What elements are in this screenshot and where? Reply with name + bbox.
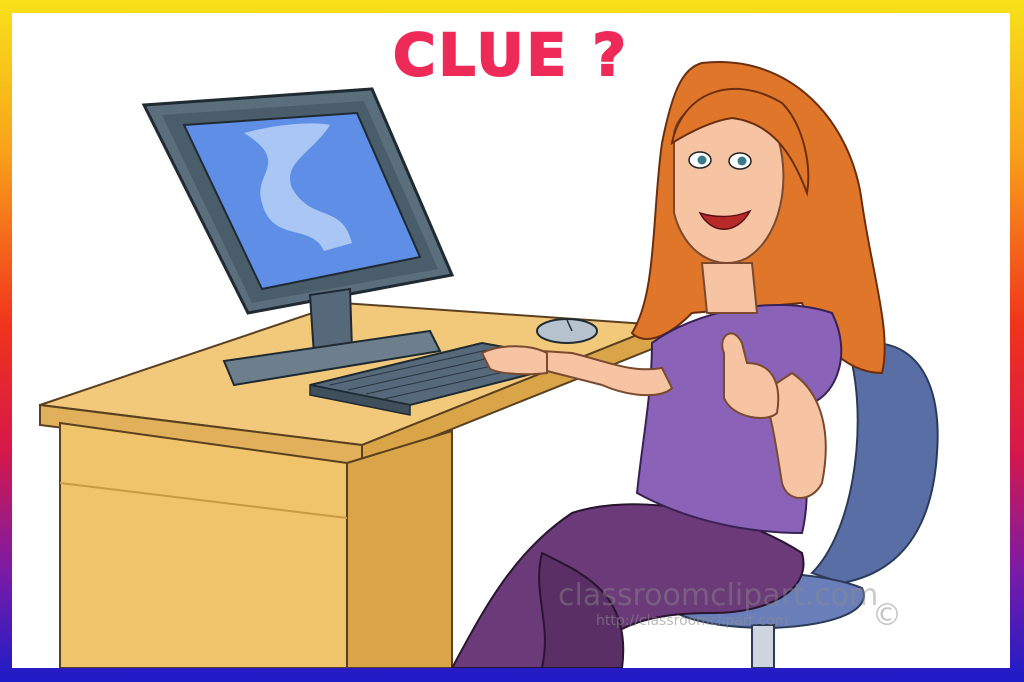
watermark-brand: classroomclipart.com — [558, 578, 879, 613]
page-title: CLUE ? — [392, 20, 629, 90]
clipart-scene — [39, 61, 939, 668]
copyright-icon: © — [872, 598, 902, 633]
image-canvas: CLUE ? classroomclipart.com http://class… — [12, 13, 1010, 668]
rainbow-frame: CLUE ? classroomclipart.com http://class… — [0, 0, 1024, 682]
watermark-url: http://classroomclipart.com — [596, 613, 789, 629]
computer-mouse — [536, 318, 598, 344]
